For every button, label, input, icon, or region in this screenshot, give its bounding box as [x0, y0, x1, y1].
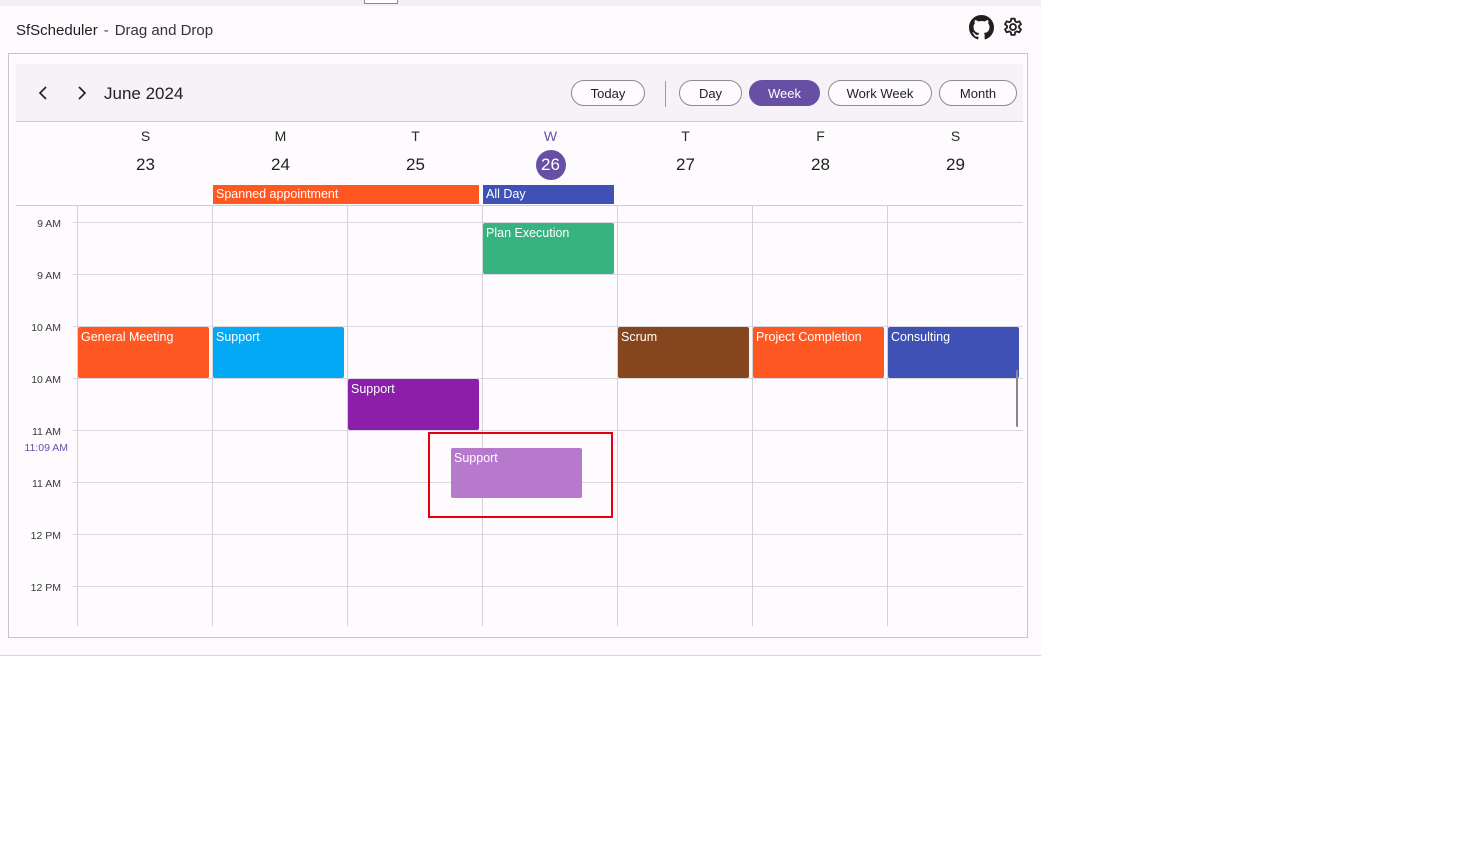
drag-highlight-box	[428, 432, 613, 518]
day-header-sat[interactable]: S 29	[888, 122, 1023, 184]
appointment-support-mon[interactable]: Support	[213, 327, 344, 378]
day-of-week: T	[681, 128, 690, 144]
view-work-week-button[interactable]: Work Week	[828, 80, 932, 106]
day-number[interactable]: 25	[401, 150, 431, 180]
time-label: 9 AM	[37, 218, 61, 230]
view-month-button[interactable]: Month	[939, 80, 1017, 106]
view-day-button[interactable]: Day	[679, 80, 742, 106]
appointment-project-completion[interactable]: Project Completion	[753, 327, 884, 378]
sample-title: Drag and Drop	[114, 22, 214, 39]
current-time-indicator: 11:09 AM	[24, 442, 68, 454]
day-number[interactable]: 23	[131, 150, 161, 180]
column-line	[77, 205, 78, 626]
today-button[interactable]: Today	[571, 80, 645, 106]
top-strip	[0, 0, 1041, 6]
chevron-left-icon	[38, 86, 47, 100]
day-header-sun[interactable]: S 23	[78, 122, 213, 184]
vertical-scrollbar[interactable]	[1016, 370, 1018, 427]
chevron-right-icon	[78, 86, 87, 100]
column-line	[752, 205, 753, 626]
time-label: 10 AM	[31, 322, 61, 334]
page-title: SfScheduler - Drag and Drop	[16, 22, 213, 39]
day-header-wed-today[interactable]: W 26	[483, 122, 618, 184]
allday-event-spanned[interactable]: Spanned appointment	[213, 185, 479, 204]
appointment-consulting[interactable]: Consulting	[888, 327, 1019, 378]
day-number[interactable]: 28	[806, 150, 836, 180]
app-window: SfScheduler - Drag and Drop June 2024 Toda…	[0, 0, 1041, 656]
day-number[interactable]: 27	[671, 150, 701, 180]
time-label: 11 AM	[32, 426, 61, 438]
day-of-week: W	[543, 128, 558, 144]
github-icon[interactable]	[969, 15, 994, 40]
next-button[interactable]	[72, 84, 90, 102]
allday-divider	[16, 205, 1023, 206]
column-line	[212, 205, 213, 626]
appointment-scrum[interactable]: Scrum	[618, 327, 749, 378]
day-header-thu[interactable]: T 27	[618, 122, 753, 184]
appointment-plan-execution[interactable]: Plan Execution	[483, 223, 614, 274]
window-handle[interactable]	[364, 0, 398, 4]
slot-line	[73, 274, 1023, 275]
view-week-button[interactable]: Week	[749, 80, 820, 106]
time-label: 12 PM	[30, 582, 61, 594]
time-label: 9 AM	[37, 270, 61, 282]
day-header-fri[interactable]: F 28	[753, 122, 888, 184]
app-title: SfScheduler	[16, 22, 98, 39]
slot-line	[73, 378, 1023, 379]
day-number[interactable]: 24	[266, 150, 296, 180]
title-separator: -	[103, 22, 109, 39]
column-line	[617, 205, 618, 626]
day-header-tue[interactable]: T 25	[348, 122, 483, 184]
toolbar-divider	[665, 81, 666, 107]
slot-line	[73, 534, 1023, 535]
gear-icon[interactable]	[1001, 15, 1025, 39]
day-of-week: F	[816, 128, 825, 144]
prev-button[interactable]	[35, 84, 53, 102]
day-of-week: T	[411, 128, 420, 144]
time-label: 12 PM	[30, 530, 61, 542]
appointment-support-tue[interactable]: Support	[348, 379, 479, 430]
day-of-week: M	[274, 128, 287, 144]
day-of-week: S	[950, 128, 961, 144]
time-label: 11 AM	[32, 478, 61, 490]
day-number[interactable]: 29	[941, 150, 971, 180]
slot-line	[73, 430, 1023, 431]
month-year-title[interactable]: June 2024	[104, 84, 183, 104]
today-day-number[interactable]: 26	[535, 150, 566, 180]
day-header-mon[interactable]: M 24	[213, 122, 348, 184]
time-label: 10 AM	[31, 374, 61, 386]
allday-event-all-day[interactable]: All Day	[483, 185, 614, 204]
slot-line	[73, 586, 1023, 587]
column-line	[887, 205, 888, 626]
appointment-general-meeting[interactable]: General Meeting	[78, 327, 209, 378]
scheduler-header: June 2024 Today Day Week Work Week Month	[16, 64, 1023, 122]
day-of-week: S	[140, 128, 151, 144]
